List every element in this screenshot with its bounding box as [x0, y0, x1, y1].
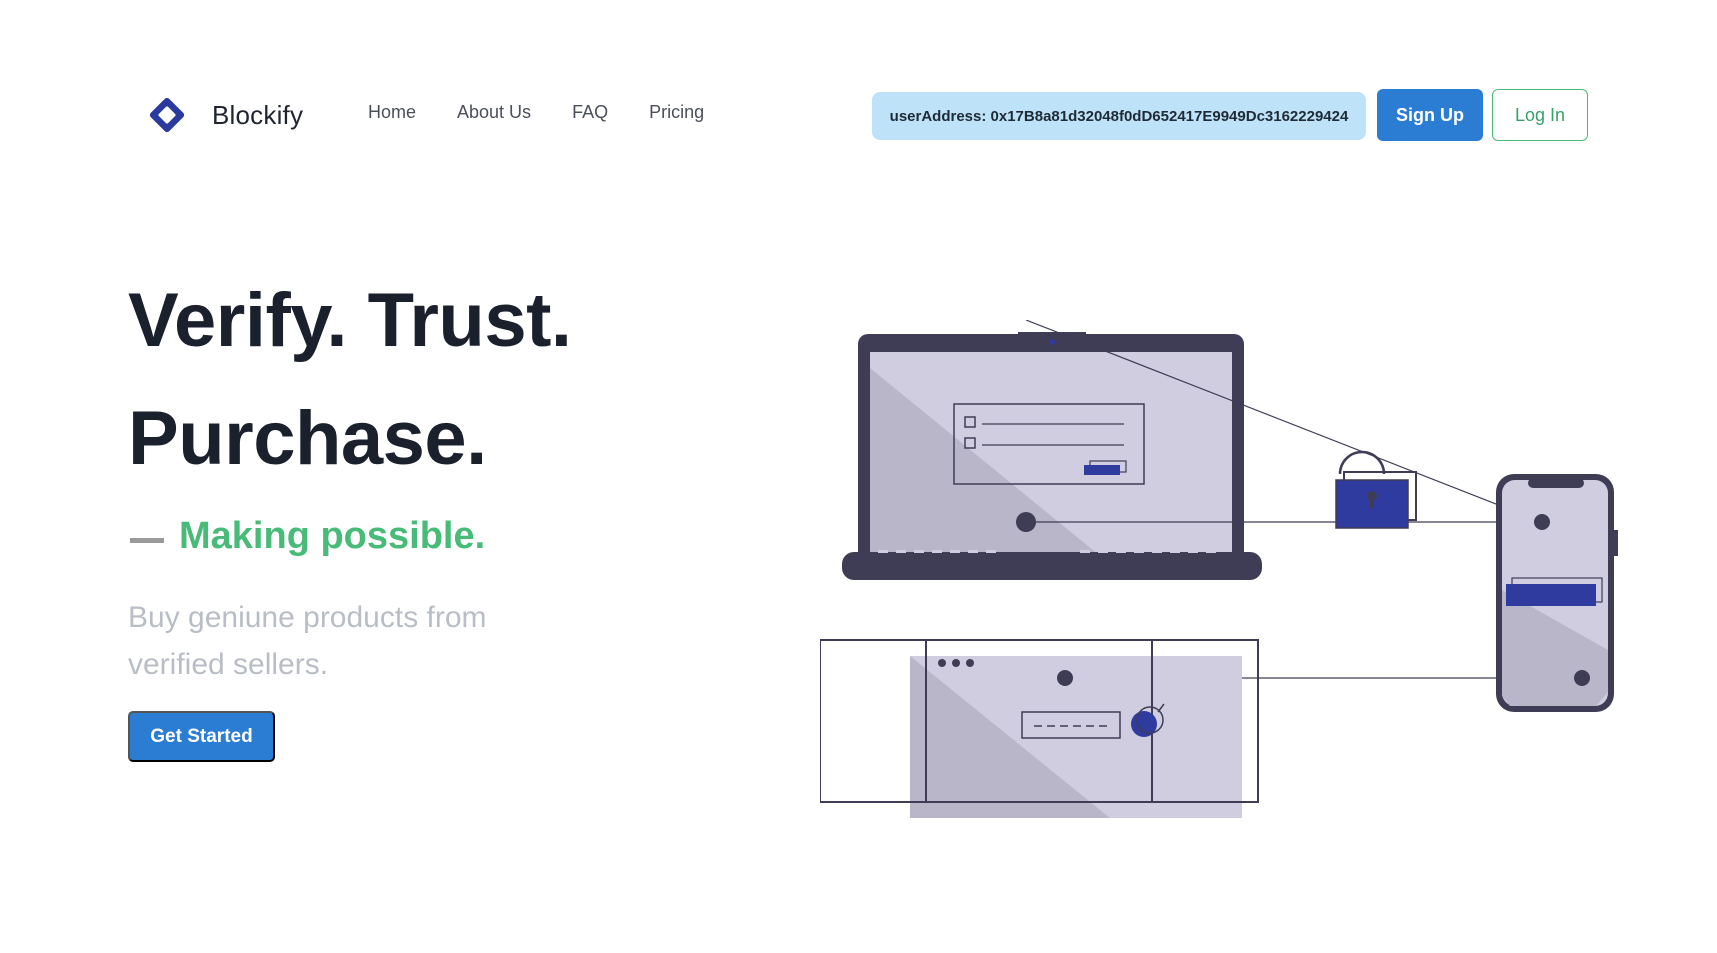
hero-description: Buy geniune products from verified selle…: [128, 601, 487, 681]
phone-icon: [1496, 474, 1618, 712]
browser-window-icon: [820, 639, 1259, 818]
brand-name: Blockify: [212, 99, 304, 130]
nav-home[interactable]: Home: [368, 102, 416, 123]
user-address-badge: userAddress: 0x17B8a81d32048f0dD652417E9…: [872, 92, 1366, 140]
hero-title: Verify. Trust. Purchase.: [128, 262, 768, 498]
navbar: Blockify Home About Us FAQ Pricing userA…: [0, 0, 1717, 230]
hero-title-line-2: Purchase.: [128, 396, 487, 481]
brand[interactable]: Blockify: [146, 92, 303, 138]
nav-pricing[interactable]: Pricing: [649, 102, 704, 123]
tagline-text: Making possible.: [179, 515, 486, 557]
nav-faq[interactable]: FAQ: [572, 102, 608, 123]
log-in-button[interactable]: Log In: [1492, 89, 1588, 141]
nav-links: Home About Us FAQ Pricing: [368, 102, 704, 123]
nav-about-us[interactable]: About Us: [457, 102, 531, 123]
tagline: Making possible.: [130, 515, 485, 558]
sign-up-button[interactable]: Sign Up: [1377, 89, 1483, 141]
laptop-icon: [842, 332, 1262, 580]
get-started-button[interactable]: Get Started: [128, 711, 275, 762]
hero-title-line-1: Verify. Trust.: [128, 278, 572, 363]
devices-illustration: [820, 320, 1618, 818]
dash-icon: [130, 538, 164, 543]
diamond-logo-icon: [149, 97, 185, 133]
lock-icon: [1335, 450, 1417, 529]
